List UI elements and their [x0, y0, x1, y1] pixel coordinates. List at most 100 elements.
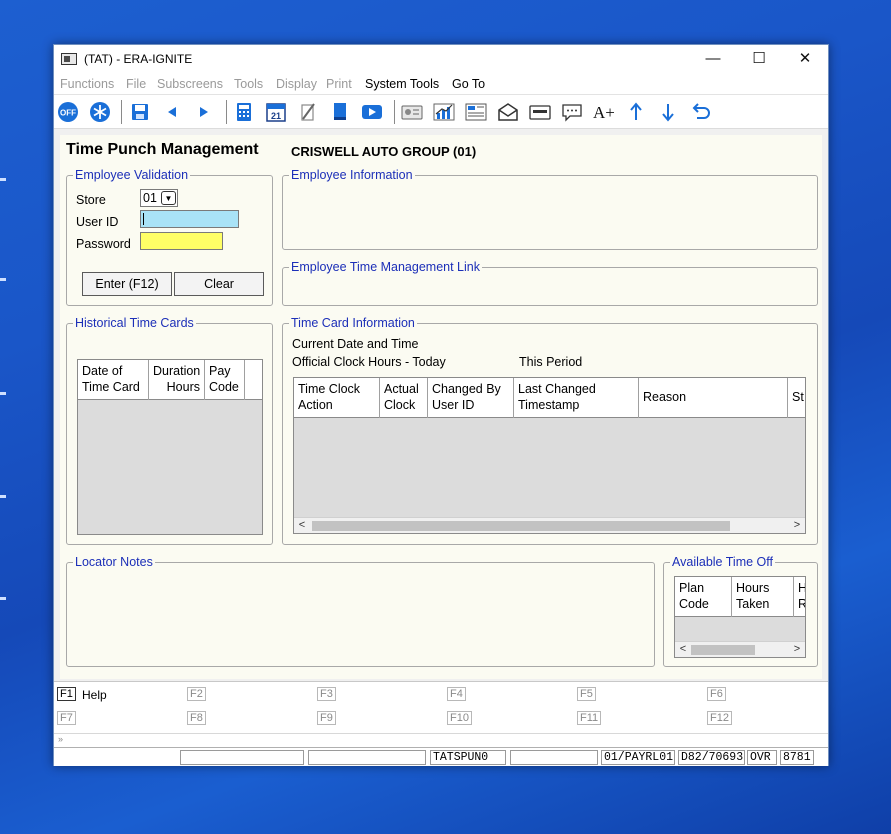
available-time-off-legend: Available Time Off — [670, 555, 775, 569]
calculator-icon[interactable] — [232, 101, 256, 123]
f9-key[interactable]: F9 — [317, 711, 336, 725]
status-field — [510, 750, 598, 765]
scrollbar-thumb[interactable] — [312, 521, 730, 531]
column-header[interactable]: Hours Taken — [732, 577, 794, 617]
enter-button[interactable]: Enter (F12) — [82, 272, 172, 296]
store-value: 01 — [143, 191, 157, 205]
card-icon[interactable] — [528, 101, 552, 123]
user-id-input[interactable] — [140, 210, 239, 228]
desktop-mark — [0, 278, 6, 281]
f5-key[interactable]: F5 — [577, 687, 596, 701]
menu-tools[interactable]: Tools — [234, 77, 263, 91]
column-header[interactable]: H R — [794, 577, 805, 617]
column-header[interactable]: Actual Clock — [380, 378, 428, 418]
f10-key[interactable]: F10 — [447, 711, 472, 725]
f11-key[interactable]: F11 — [577, 711, 602, 725]
historical-time-cards-legend: Historical Time Cards — [73, 316, 196, 330]
asterisk-icon[interactable] — [88, 101, 112, 123]
app-icon — [61, 53, 77, 65]
column-header[interactable]: Duration Hours — [149, 360, 205, 400]
column-header[interactable]: St — [788, 378, 805, 418]
horizontal-scrollbar[interactable]: < > — [675, 641, 805, 657]
arrow-right-icon[interactable] — [192, 101, 216, 123]
column-header[interactable]: Plan Code — [675, 577, 732, 617]
scrollbar-thumb[interactable] — [691, 645, 755, 655]
arrow-down-icon[interactable] — [656, 101, 680, 123]
table-header: Plan Code Hours Taken H R — [675, 577, 805, 617]
close-button[interactable]: ✕ — [782, 45, 828, 73]
toolbar-separator — [121, 100, 122, 124]
employee-validation-legend: Employee Validation — [73, 168, 191, 182]
column-header[interactable]: Reason — [639, 378, 788, 418]
menu-system-tools[interactable]: System Tools — [365, 77, 439, 91]
column-header[interactable]: Last Changed Timestamp — [514, 378, 639, 418]
scroll-left-icon[interactable]: < — [294, 518, 310, 533]
menu-bar: Functions File Subscreens Tools Display … — [54, 73, 828, 95]
password-input[interactable] — [140, 232, 223, 250]
time-card-table[interactable]: Time Clock Action Actual Clock Changed B… — [293, 377, 806, 534]
column-header[interactable]: Time Clock Action — [294, 378, 380, 418]
f12-key[interactable]: F12 — [707, 711, 732, 725]
menu-subscreens[interactable]: Subscreens — [157, 77, 223, 91]
historical-time-cards-group: Historical Time Cards Date of Time Card … — [66, 316, 273, 545]
column-header[interactable]: Date of Time Card — [78, 360, 149, 400]
official-hours-label: Official Clock Hours - Today — [292, 355, 446, 369]
f1-key[interactable]: F1 — [57, 687, 76, 701]
function-key-bar: F1 Help F2 F3 F4 F5 F6 F7 F8 F9 F10 F11 … — [54, 681, 828, 733]
desktop-mark — [0, 178, 6, 181]
f1-label[interactable]: Help — [82, 688, 107, 702]
save-icon[interactable] — [128, 101, 152, 123]
scroll-right-icon[interactable]: > — [789, 518, 805, 533]
undo-icon[interactable] — [688, 101, 712, 123]
calendar-day: 21 — [271, 111, 281, 121]
clear-button[interactable]: Clear — [174, 272, 264, 296]
menu-print[interactable]: Print — [326, 77, 352, 91]
horizontal-scrollbar[interactable]: < > — [294, 517, 805, 533]
this-period-label: This Period — [519, 355, 583, 369]
menu-go-to[interactable]: Go To — [452, 77, 485, 91]
time-card-information-legend: Time Card Information — [289, 316, 417, 330]
store-label: Store — [76, 193, 106, 207]
chevron-down-icon[interactable]: ▼ — [161, 191, 176, 205]
table-header: Time Clock Action Actual Clock Changed B… — [294, 378, 805, 418]
available-time-off-table[interactable]: Plan Code Hours Taken H R < > — [674, 576, 806, 658]
book-icon[interactable] — [328, 101, 352, 123]
title-bar[interactable]: (TAT) - ERA-IGNITE — ☐ ✕ — [54, 45, 828, 73]
chat-icon[interactable] — [560, 101, 584, 123]
font-size-icon[interactable]: A+ — [592, 101, 616, 123]
desktop-mark — [0, 597, 6, 600]
mail-icon[interactable] — [496, 101, 520, 123]
employee-time-link-legend[interactable]: Employee Time Management Link — [289, 260, 482, 274]
video-icon[interactable] — [360, 101, 384, 123]
f7-key[interactable]: F7 — [57, 711, 76, 725]
historical-time-cards-table[interactable]: Date of Time Card Duration Hours Pay Cod… — [77, 359, 263, 535]
locator-notes-group: Locator Notes — [66, 555, 655, 667]
employee-validation-group: Employee Validation Store 01 ▼ User ID P… — [66, 168, 273, 306]
menu-functions[interactable]: Functions — [60, 77, 114, 91]
column-header[interactable]: Changed By User ID — [428, 378, 514, 418]
scroll-right-icon[interactable]: > — [789, 642, 805, 657]
command-line[interactable]: » — [54, 733, 828, 747]
report-icon[interactable] — [464, 101, 488, 123]
f4-key[interactable]: F4 — [447, 687, 466, 701]
app-window: (TAT) - ERA-IGNITE — ☐ ✕ Functions File … — [53, 44, 829, 766]
chart-icon[interactable] — [432, 101, 456, 123]
pencil-icon[interactable] — [296, 101, 320, 123]
store-select[interactable]: 01 ▼ — [140, 189, 178, 207]
id-card-icon[interactable] — [400, 101, 424, 123]
f6-key[interactable]: F6 — [707, 687, 726, 701]
maximize-button[interactable]: ☐ — [736, 45, 782, 73]
arrow-up-icon[interactable] — [624, 101, 648, 123]
column-header[interactable]: Pay Code — [205, 360, 245, 400]
menu-display[interactable]: Display — [276, 77, 317, 91]
scroll-left-icon[interactable]: < — [675, 642, 691, 657]
arrow-left-icon[interactable] — [160, 101, 184, 123]
minimize-button[interactable]: — — [690, 45, 736, 73]
f3-key[interactable]: F3 — [317, 687, 336, 701]
calendar-icon[interactable]: 21 — [264, 101, 288, 123]
menu-file[interactable]: File — [126, 77, 146, 91]
f8-key[interactable]: F8 — [187, 711, 206, 725]
time-card-information-group: Time Card Information Current Date and T… — [282, 316, 818, 545]
off-icon[interactable]: OFF — [56, 101, 80, 123]
f2-key[interactable]: F2 — [187, 687, 206, 701]
